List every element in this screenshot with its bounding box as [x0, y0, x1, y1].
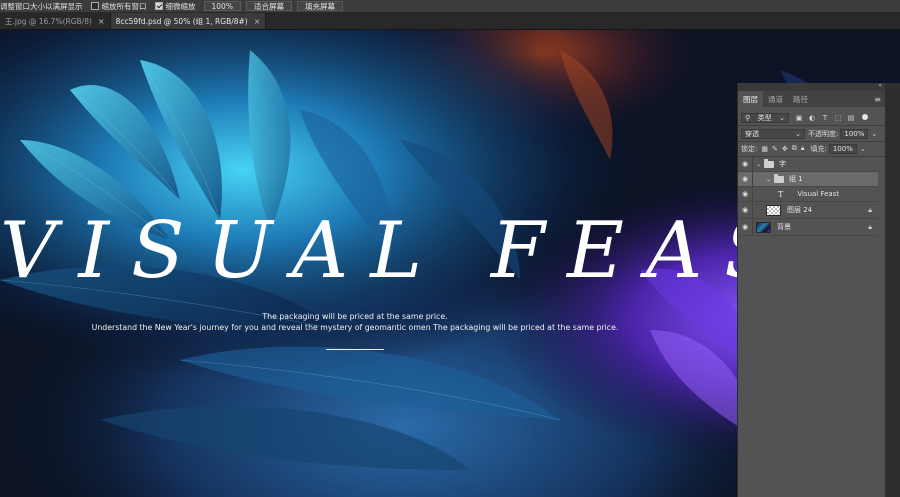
divider [738, 125, 886, 126]
layer-name: 字 [779, 160, 786, 168]
layer-row[interactable]: ◉ 图层 24 🔒︎ [738, 202, 878, 219]
chevron-down-icon[interactable]: ⌄ [859, 145, 867, 153]
column-divider [752, 156, 753, 172]
pixel-filter-icon[interactable]: ▣ [795, 114, 803, 122]
scrubby-zoom-label: 细微缩放 [165, 1, 196, 11]
chevron-down-icon: ⌄ [795, 129, 801, 138]
adjustment-filter-icon[interactable]: ◐ [808, 114, 816, 122]
blend-mode-value: 穿透 [745, 129, 759, 138]
doc-tab-title: 8cc59fd.psd @ 50% (组 1, RGB/8#) [115, 16, 248, 26]
layer-thumbnail [766, 204, 781, 216]
eye-icon[interactable]: ◉ [738, 190, 752, 198]
text-layer-icon: T [778, 189, 784, 199]
lock-icon[interactable]: 🔒︎ [868, 223, 872, 232]
doc-tab-title: 王.jpg @ 16.7%(RGB/8) [5, 16, 92, 26]
options-bar: 调整窗口大小以满屏显示 缩放所有窗口 细微缩放 100% 适合屏幕 填充屏幕 [0, 0, 900, 13]
chevron-down-icon[interactable]: ⌄ [756, 161, 761, 168]
layer-thumbnail [756, 221, 771, 233]
column-divider [752, 186, 753, 202]
layer-name: 组 1 [789, 175, 803, 183]
resize-windows-label: 调整窗口大小以满屏显示 [0, 1, 83, 11]
divider-line [326, 349, 384, 350]
scrubby-zoom-checkbox[interactable] [154, 2, 163, 10]
fill-value: 100% [832, 144, 853, 153]
scrubby-zoom-option[interactable]: 细微缩放 [154, 1, 196, 12]
lock-move-icon[interactable]: ✥ [782, 145, 788, 153]
filter-kind-value: 类型 [757, 113, 772, 122]
zoom-all-windows-label: 缩放所有窗口 [101, 1, 147, 11]
lock-brush-icon[interactable]: ✎ [772, 145, 778, 153]
column-divider [752, 171, 753, 187]
chevron-down-icon[interactable]: ⌄ [870, 130, 878, 138]
folder-icon [764, 158, 774, 168]
search-icon: ⚲ [745, 113, 751, 122]
opacity-value: 100% [844, 129, 865, 138]
zoom-all-windows-option[interactable]: 缩放所有窗口 [90, 1, 147, 12]
eye-icon[interactable]: ◉ [738, 175, 752, 183]
column-divider [752, 202, 753, 218]
layer-name: 图层 24 [787, 206, 813, 214]
subtitle-line-1: The packaging will be priced at the same… [262, 312, 448, 321]
smart-object-filter-icon[interactable]: ▤ [847, 114, 855, 122]
doc-tab-jpg[interactable]: 王.jpg @ 16.7%(RGB/8) × [0, 13, 111, 29]
fill-label: 填充: [810, 144, 827, 153]
layer-name: Visual Feast [797, 190, 840, 198]
lock-transparency-icon[interactable]: ▦ [761, 145, 768, 153]
close-icon[interactable]: × [98, 17, 105, 26]
zoom-all-windows-checkbox[interactable] [90, 2, 99, 10]
lock-icon[interactable]: 🔒︎ [868, 206, 872, 215]
eye-icon[interactable]: ◉ [738, 206, 752, 214]
layer-row[interactable]: ◉ 背景 🔒︎ [738, 219, 878, 236]
tab-layers[interactable]: 图层 [738, 91, 763, 107]
opacity-input[interactable]: 100% [840, 128, 869, 139]
fit-screen-button[interactable]: 适合屏幕 [245, 1, 292, 11]
zoom-100-button[interactable]: 100% [203, 1, 241, 11]
lock-label: 锁定: [741, 144, 758, 153]
document-tab-bar: 王.jpg @ 16.7%(RGB/8) × 8cc59fd.psd @ 50%… [0, 13, 900, 30]
collapse-arrows-icon[interactable]: « [878, 82, 882, 89]
filter-kind-select[interactable]: ⚲ 类型 ⌄ [741, 112, 789, 123]
right-toolbar-strip [885, 83, 900, 497]
visual-feast-title[interactable]: VISUAL FEAST [0, 201, 874, 311]
title-text: VISUAL FEAST [0, 206, 874, 296]
layer-row[interactable]: ◉ ⌄ 组 1 [738, 171, 878, 187]
layer-row[interactable]: ◉ ⌄ 字 [738, 156, 878, 172]
lock-row: 锁定: ▦ ✎ ✥ ⧉ 🔒︎ 填充: 100% ⌄ [738, 142, 886, 155]
layers-panel: « 图层 通道 路径 ≡ ⚲ 类型 ⌄ ▣ ◐ T ⬚ ▤ 穿透 ⌄ 不透明度:… [737, 82, 886, 497]
chevron-down-icon: ⌄ [779, 113, 785, 122]
blend-row: 穿透 ⌄ 不透明度: 100% ⌄ [738, 127, 886, 140]
opacity-label: 不透明度: [808, 129, 839, 138]
shape-filter-icon[interactable]: ⬚ [834, 114, 842, 122]
fill-screen-button[interactable]: 填充屏幕 [296, 1, 343, 11]
panel-grip[interactable]: « [738, 82, 886, 91]
type-filter-icon[interactable]: T [821, 114, 829, 122]
resize-windows-option[interactable]: 调整窗口大小以满屏显示 [0, 1, 83, 12]
close-icon[interactable]: × [254, 17, 261, 26]
column-divider [752, 219, 753, 235]
lock-all-icon[interactable]: 🔒︎ [801, 144, 805, 153]
blend-mode-select[interactable]: 穿透 ⌄ [741, 128, 805, 139]
filter-icons: ▣ ◐ T ⬚ ▤ [795, 113, 868, 122]
eye-icon[interactable]: ◉ [738, 223, 752, 231]
lock-artboard-icon[interactable]: ⧉ [792, 144, 797, 153]
layer-filter-row: ⚲ 类型 ⌄ ▣ ◐ T ⬚ ▤ [738, 111, 886, 124]
fill-input[interactable]: 100% [828, 143, 857, 154]
folder-icon [774, 173, 784, 183]
panel-tab-bar: 图层 通道 路径 ≡ [738, 91, 886, 107]
layer-row[interactable]: ◉ T Visual Feast [738, 186, 878, 202]
filter-toggle-icon[interactable] [862, 113, 868, 120]
eye-icon[interactable]: ◉ [738, 160, 752, 168]
tab-channels[interactable]: 通道 [763, 91, 788, 107]
layer-name: 背景 [777, 223, 791, 231]
chevron-down-icon[interactable]: ⌄ [766, 176, 771, 183]
doc-tab-psd[interactable]: 8cc59fd.psd @ 50% (组 1, RGB/8#) × [110, 13, 267, 29]
tab-paths[interactable]: 路径 [788, 91, 813, 107]
subtitle-line-2: Understand the New Year's journey for yo… [91, 323, 619, 332]
